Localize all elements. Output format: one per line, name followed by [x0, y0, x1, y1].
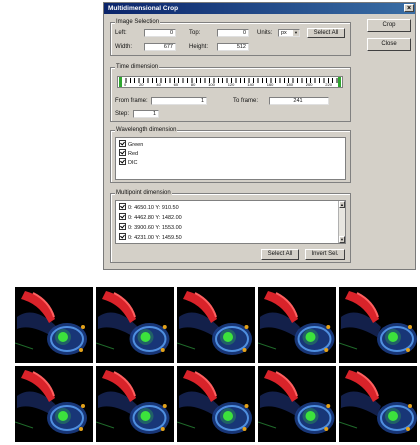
zebrafish-image [96, 287, 174, 363]
scale-label: 100 [208, 82, 215, 87]
crop-button[interactable]: Crop [367, 19, 411, 32]
top-label: Top: [189, 30, 201, 36]
scroll-up-icon[interactable]: ▲ [339, 201, 345, 208]
thumbnail-frame [15, 287, 93, 363]
dialog-titlebar: Multidimensional Crop × [104, 3, 415, 14]
zebrafish-image [177, 366, 255, 442]
units-select[interactable]: px ▼ [278, 29, 300, 37]
multipoint-scrollbar[interactable]: ▲ ▼ [338, 201, 345, 243]
checkbox-checked-icon[interactable] [119, 213, 126, 220]
image-select-all-button[interactable]: Select All [307, 28, 345, 38]
slider-scale: 0 20 40 60 80 100 120 140 160 180 200 22… [124, 82, 332, 87]
multipoint-select-all-button[interactable]: Select All [261, 249, 299, 260]
multipoint-item[interactable]: 0: 4462.80 Y: 1482.00 [119, 213, 182, 221]
step-field[interactable]: 1 [133, 110, 159, 118]
multipoint-dimension-legend: Multipoint dimension [115, 190, 172, 197]
scroll-down-icon[interactable]: ▼ [339, 236, 345, 243]
image-selection-legend: Image Selection [115, 19, 161, 26]
thumbnail-frame [15, 366, 93, 442]
thumbnail-grid [15, 287, 417, 442]
time-dimension-group: Time dimension 0 20 40 60 80 100 120 140… [110, 64, 351, 122]
wavelength-item[interactable]: Red [119, 149, 138, 157]
zebrafish-image [15, 287, 93, 363]
scale-label: 220 [325, 82, 332, 87]
time-dimension-legend: Time dimension [115, 64, 160, 71]
top-field[interactable]: 0 [217, 29, 249, 37]
chevron-down-icon[interactable]: ▼ [293, 30, 299, 36]
range-start-handle[interactable] [119, 77, 122, 87]
time-range-slider[interactable]: 0 20 40 60 80 100 120 140 160 180 200 22… [117, 76, 343, 88]
scale-label: 140 [247, 82, 254, 87]
scale-label: 60 [173, 82, 179, 87]
thumbnail-frame [258, 366, 336, 442]
left-field[interactable]: 0 [144, 29, 176, 37]
thumbnail-frame [96, 287, 174, 363]
scale-label: 20 [139, 82, 144, 87]
zebrafish-image [258, 366, 336, 442]
scale-label: 80 [190, 82, 196, 87]
from-frame-field[interactable]: 1 [151, 97, 207, 105]
invert-selection-button[interactable]: Invert Sel. [305, 249, 345, 260]
height-label: Height: [189, 44, 209, 50]
scale-label: 0 [124, 82, 127, 87]
width-field[interactable]: 677 [144, 43, 176, 51]
zebrafish-image [339, 366, 417, 442]
multipoint-dimension-group: Multipoint dimension 0: 4650.10 Y: 910.5… [110, 190, 351, 263]
multipoint-list: 0: 4650.10 Y: 910.50 0: 4462.80 Y: 1482.… [115, 200, 346, 244]
scale-label: 120 [227, 82, 235, 87]
checkbox-checked-icon[interactable] [119, 223, 126, 230]
scale-label: 160 [266, 82, 274, 87]
step-label: Step: [115, 111, 130, 117]
multipoint-item[interactable]: 0: 4650.10 Y: 910.50 [119, 203, 179, 211]
to-frame-field[interactable]: 241 [269, 97, 329, 105]
thumbnail-frame [339, 287, 417, 363]
zebrafish-image [96, 366, 174, 442]
left-label: Left: [115, 30, 127, 36]
checkbox-checked-icon[interactable] [119, 203, 126, 210]
zebrafish-image [15, 366, 93, 442]
checkbox-checked-icon[interactable] [119, 158, 126, 165]
thumbnail-frame [177, 287, 255, 363]
range-end-handle[interactable] [338, 77, 341, 87]
wavelength-item[interactable]: Green [119, 140, 143, 148]
wavelength-dimension-legend: Wavelength dimension [115, 127, 178, 134]
wavelength-item[interactable]: DIC [119, 158, 137, 166]
dialog-title: Multidimensional Crop [108, 5, 179, 12]
close-button[interactable]: Close [367, 38, 411, 51]
to-frame-label: To frame: [233, 98, 259, 104]
scale-label: 200 [305, 82, 313, 87]
image-selection-group: Image Selection Left: 0 Top: 0 Units: px… [110, 19, 351, 56]
wavelength-list: Green Red DIC [115, 137, 346, 180]
scale-label: 180 [286, 82, 293, 87]
height-field[interactable]: 512 [217, 43, 249, 51]
close-icon[interactable]: × [404, 4, 414, 12]
thumbnail-frame [258, 287, 336, 363]
multipoint-item[interactable]: 0: 3900.60 Y: 1553.00 [119, 223, 182, 231]
checkbox-checked-icon[interactable] [119, 233, 126, 240]
multipoint-item[interactable]: 0: 4231.00 Y: 1459.50 [119, 233, 182, 241]
thumbnail-frame [339, 366, 417, 442]
units-label: Units: [257, 30, 273, 36]
from-frame-label: From frame: [115, 98, 148, 104]
zebrafish-image [258, 287, 336, 363]
checkbox-checked-icon[interactable] [119, 149, 126, 156]
scale-label: 40 [156, 82, 161, 87]
thumbnail-frame [177, 366, 255, 442]
zebrafish-image [177, 287, 255, 363]
checkbox-checked-icon[interactable] [119, 140, 126, 147]
zebrafish-image [339, 287, 417, 363]
width-label: Width: [115, 44, 133, 50]
multidimensional-crop-dialog: Multidimensional Crop × Crop Close Image… [103, 2, 416, 270]
thumbnail-frame [96, 366, 174, 442]
wavelength-dimension-group: Wavelength dimension Green Red DIC [110, 127, 351, 183]
